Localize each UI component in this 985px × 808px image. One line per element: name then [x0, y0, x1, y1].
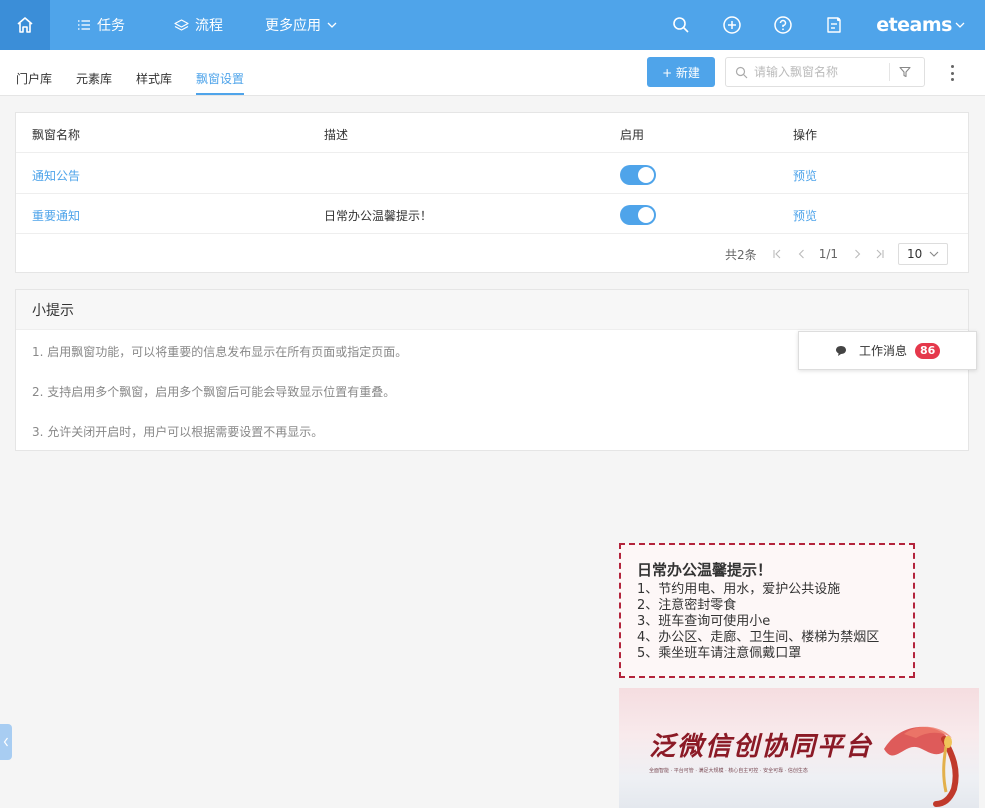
float-notice-popup[interactable]: 日常办公温馨提示！ 1、节约用电、用水，爱护公共设施 2、注意密封零食 3、班车…	[619, 543, 915, 678]
nav-flow-label: 流程	[195, 18, 223, 34]
brand-logo: eteams	[876, 14, 952, 36]
list-icon	[78, 20, 90, 30]
tab-element-lib[interactable]: 元素库	[76, 70, 112, 87]
notice-line: 5、乘坐班车请注意佩戴口罩	[637, 646, 802, 661]
plus-circle-icon	[723, 16, 741, 34]
filter-button[interactable]	[899, 66, 911, 78]
side-panel-handle[interactable]	[0, 724, 12, 760]
row-name-link[interactable]: 重要通知	[32, 207, 80, 224]
search-box	[725, 57, 925, 87]
col-header-enabled: 启用	[620, 128, 645, 142]
banner-subtitle: 全面智能 · 平台可管 · 满足大规模 · 核心自主可控 · 安全可靠 · 信创…	[649, 768, 808, 774]
tab-float-window-settings[interactable]: 飘窗设置	[196, 70, 244, 87]
notice-line: 2、注意密封零食	[637, 598, 737, 613]
total-count: 共2条	[725, 247, 757, 262]
nav-flow[interactable]: 流程	[174, 0, 223, 50]
first-page-button[interactable]	[773, 249, 782, 259]
preview-link[interactable]: 预览	[793, 167, 817, 184]
tip-item: 2. 支持启用多个飘窗，启用多个飘窗后可能会导致显示位置有重叠。	[32, 385, 396, 399]
notice-line: 1、节约用电、用水，爱护公共设施	[637, 582, 841, 597]
search-icon	[673, 17, 689, 33]
table-row: 重要通知 日常办公温馨提示！ 预览	[16, 194, 968, 234]
chevron-down-icon	[929, 251, 939, 257]
active-tab-indicator	[196, 93, 244, 95]
row-desc: 日常办公温馨提示！	[324, 209, 433, 223]
note-icon	[827, 17, 841, 33]
note-button[interactable]	[825, 16, 843, 34]
enable-toggle[interactable]	[620, 205, 656, 225]
help-icon	[774, 16, 792, 34]
chevron-left-icon	[3, 737, 8, 747]
search-icon	[735, 66, 748, 78]
search-input[interactable]	[754, 65, 884, 79]
prev-page-button[interactable]	[798, 249, 805, 259]
work-message-label: 工作消息	[859, 344, 908, 358]
layers-icon	[174, 19, 189, 31]
chevron-left-icon	[798, 249, 804, 259]
enable-toggle[interactable]	[620, 165, 656, 185]
home-icon	[17, 17, 33, 33]
page-size-value: 10	[907, 247, 923, 261]
search-button[interactable]	[672, 16, 690, 34]
float-window-table: 飘窗名称 描述 启用 操作 通知公告 预览 重要通知 日常办公温馨提示！ 预览 …	[15, 112, 969, 273]
work-message-button[interactable]: 工作消息 86	[798, 331, 977, 370]
nav-more-apps[interactable]: 更多应用	[265, 0, 343, 50]
table-row: 通知公告 预览	[16, 154, 968, 194]
pagination: 共2条 1/1 10	[725, 243, 948, 265]
tab-bar: 门户库 元素库 样式库 飘窗设置 + 新建	[0, 50, 985, 96]
col-header-name: 飘窗名称	[32, 128, 81, 142]
page-size-select[interactable]: 10	[898, 243, 948, 265]
banner-title: 泛微信创协同平台	[649, 732, 874, 762]
chevron-down-icon	[955, 22, 965, 28]
unread-badge: 86	[915, 342, 941, 359]
row-name-link[interactable]: 通知公告	[32, 167, 80, 184]
search-divider	[889, 63, 890, 81]
first-page-icon	[773, 249, 781, 259]
tip-item: 3. 允许关闭开启时，用户可以根据需要设置不再显示。	[32, 425, 324, 439]
help-button[interactable]	[774, 16, 792, 34]
last-page-button[interactable]	[875, 249, 884, 259]
filter-icon	[899, 66, 911, 78]
last-page-icon	[876, 249, 884, 259]
nav-tasks[interactable]: 任务	[77, 0, 125, 50]
next-page-button[interactable]	[854, 249, 861, 259]
more-icon[interactable]	[948, 65, 956, 81]
top-navbar: 任务 流程 更多应用 eteams	[0, 0, 985, 50]
flag-ribbon-graphic	[884, 726, 959, 807]
add-button[interactable]	[723, 16, 741, 34]
notice-title: 日常办公温馨提示！	[637, 561, 773, 579]
new-button[interactable]: + 新建	[647, 57, 715, 87]
notice-line: 4、办公区、走廊、卫生间、楼梯为禁烟区	[637, 630, 880, 645]
chevron-right-icon	[855, 249, 861, 259]
page-indicator: 1/1	[818, 247, 838, 261]
notice-line: 3、班车查询可使用小e	[637, 614, 771, 629]
platform-banner[interactable]: 泛微信创协同平台 全面智能 · 平台可管 · 满足大规模 · 核心自主可控 · …	[619, 688, 979, 808]
toggle-knob	[638, 207, 654, 223]
nav-more-label: 更多应用	[265, 18, 321, 34]
col-header-action: 操作	[793, 128, 818, 142]
preview-link[interactable]: 预览	[793, 207, 817, 224]
tab-style-lib[interactable]: 样式库	[136, 70, 172, 87]
col-header-desc: 描述	[324, 128, 349, 142]
table-header: 飘窗名称 描述 启用 操作	[16, 113, 968, 153]
tips-title: 小提示	[16, 290, 968, 330]
tab-portal-lib[interactable]: 门户库	[16, 70, 52, 87]
tips-panel: 小提示 1. 启用飘窗功能，可以将重要的信息发布显示在所有页面或指定页面。 2.…	[15, 289, 969, 451]
chat-bubble-icon	[835, 345, 847, 357]
toggle-knob	[638, 167, 654, 183]
nav-tasks-label: 任务	[97, 18, 125, 34]
chevron-down-icon	[327, 22, 337, 28]
tip-item: 1. 启用飘窗功能，可以将重要的信息发布显示在所有页面或指定页面。	[32, 345, 408, 359]
brand-menu[interactable]: eteams	[876, 14, 981, 36]
home-button[interactable]	[0, 0, 50, 50]
